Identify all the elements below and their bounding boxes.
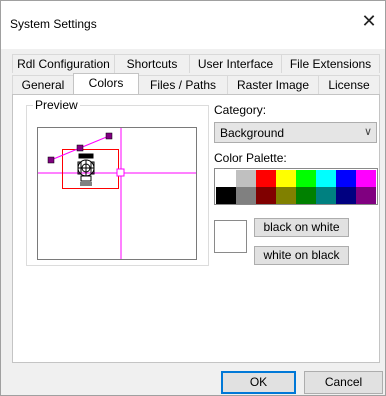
cancel-button[interactable]: Cancel (304, 371, 383, 394)
tab-file-extensions[interactable]: File Extensions (281, 54, 380, 73)
tab-general[interactable]: General (12, 75, 74, 94)
palette-swatch[interactable] (316, 187, 336, 204)
palette-swatch[interactable] (236, 170, 256, 187)
color-palette (214, 168, 378, 205)
category-select[interactable]: Background ∨ (214, 122, 377, 143)
black-on-white-button[interactable]: black on white (254, 218, 349, 237)
category-selected-value: Background (220, 126, 285, 140)
preview-group: Preview (26, 98, 209, 266)
palette-swatch[interactable] (276, 170, 296, 187)
tab-raster-image[interactable]: Raster Image (227, 75, 319, 94)
color-palette-label: Color Palette: (214, 151, 287, 165)
white-on-black-button[interactable]: white on black (254, 246, 349, 265)
grip-handle[interactable] (47, 156, 55, 164)
tab-rdl-configuration[interactable]: Rdl Configuration (12, 54, 115, 73)
palette-swatch[interactable] (356, 187, 376, 204)
ok-button[interactable]: OK (221, 371, 296, 394)
palette-swatch[interactable] (316, 170, 336, 187)
title-bar: System Settings ✕ (1, 1, 385, 49)
palette-swatch[interactable] (356, 170, 376, 187)
window-title: System Settings (10, 17, 97, 31)
grip-handle[interactable] (76, 144, 84, 152)
palette-swatch[interactable] (256, 170, 276, 187)
palette-swatch[interactable] (336, 187, 356, 204)
palette-swatch[interactable] (216, 170, 236, 187)
palette-swatch[interactable] (276, 187, 296, 204)
crosshair-grip[interactable] (116, 168, 125, 177)
tab-license[interactable]: License (318, 75, 380, 94)
palette-swatch[interactable] (296, 170, 316, 187)
preview-drawing (38, 128, 196, 259)
palette-swatch[interactable] (256, 187, 276, 204)
selected-color-preview[interactable] (214, 220, 247, 253)
tab-user-interface[interactable]: User Interface (189, 54, 282, 73)
palette-swatch[interactable] (216, 187, 236, 204)
palette-swatch[interactable] (336, 170, 356, 187)
system-settings-dialog: System Settings ✕ Rdl Configuration Shor… (0, 0, 386, 396)
tab-files-paths[interactable]: Files / Paths (138, 75, 228, 94)
tab-shortcuts[interactable]: Shortcuts (114, 54, 190, 73)
palette-swatch[interactable] (296, 187, 316, 204)
grip-handle[interactable] (105, 132, 113, 140)
tab-colors[interactable]: Colors (73, 73, 139, 94)
preview-group-label: Preview (33, 98, 80, 112)
preview-canvas (37, 127, 197, 260)
palette-swatch[interactable] (236, 187, 256, 204)
chevron-down-icon: ∨ (363, 126, 372, 138)
valve-symbol (77, 153, 95, 186)
category-label: Category: (214, 103, 267, 117)
close-icon[interactable]: ✕ (353, 7, 385, 35)
colors-tab-panel: Preview Category: Background ∨ Color Pal… (12, 94, 380, 363)
